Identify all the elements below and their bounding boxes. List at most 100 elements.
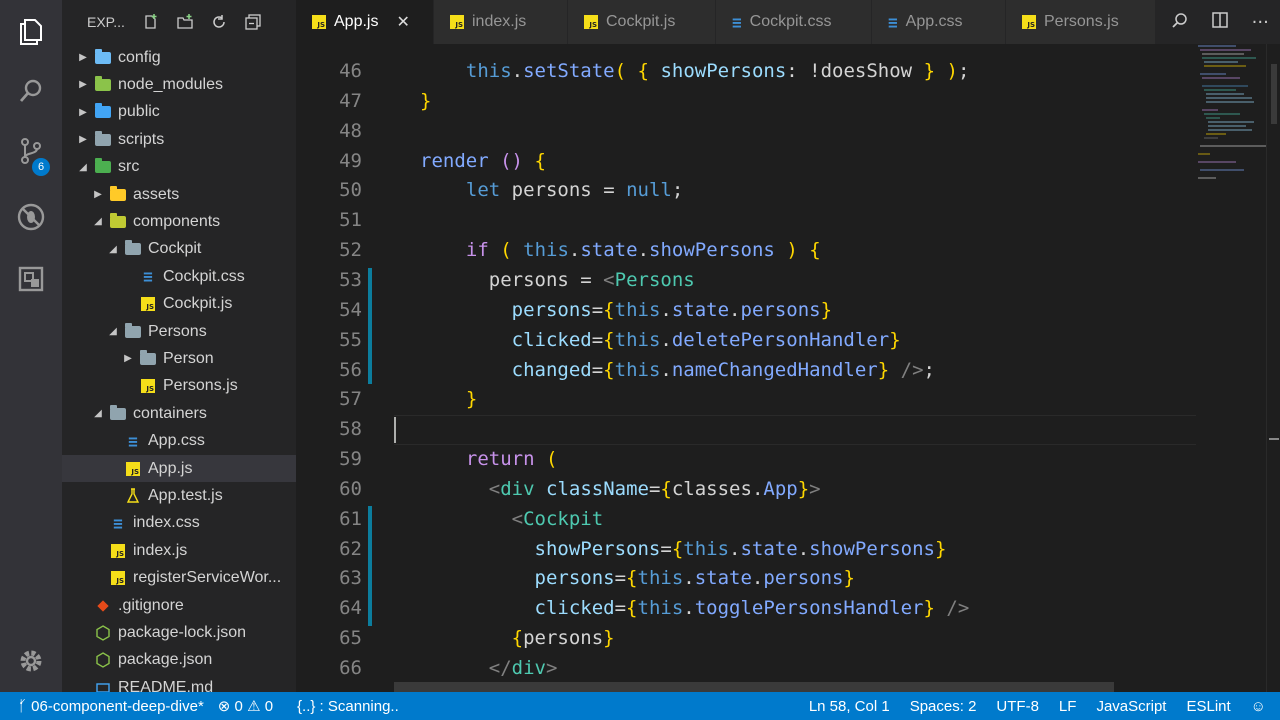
- chevron-right-icon: ▶: [79, 79, 87, 91]
- indentation[interactable]: Spaces: 2: [910, 698, 977, 715]
- open-changes-icon[interactable]: [1171, 11, 1189, 33]
- tree-item[interactable]: package.json: [62, 647, 296, 674]
- cursor-position[interactable]: Ln 58, Col 1: [809, 698, 890, 715]
- git-branch-icon: ᚶ: [18, 697, 32, 715]
- line-number: 60: [339, 477, 362, 500]
- end-of-line[interactable]: LF: [1059, 698, 1077, 715]
- tree-item[interactable]: ▶ public: [62, 99, 296, 126]
- settings-gear-icon[interactable]: [14, 644, 48, 678]
- eslint-status[interactable]: ESLint: [1186, 698, 1230, 715]
- folder-icon: [124, 240, 142, 257]
- language-mode[interactable]: JavaScript: [1096, 698, 1166, 715]
- close-icon[interactable]: ✕: [396, 12, 409, 32]
- code-line[interactable]: 65 {persons}: [296, 623, 1196, 653]
- extensions-icon[interactable]: [14, 262, 48, 296]
- code-line[interactable]: 62 showPersons={this.state.showPersons}: [296, 534, 1196, 564]
- code-line[interactable]: 46 this.setState( { showPersons: !doesSh…: [296, 56, 1196, 86]
- horizontal-scrollbar[interactable]: [394, 682, 1114, 692]
- new-folder-icon[interactable]: [177, 14, 193, 30]
- code-line[interactable]: 59 return (: [296, 444, 1196, 474]
- code-line[interactable]: 50 let persons = null;: [296, 175, 1196, 205]
- tree-item[interactable]: JS registerServiceWor...: [62, 565, 296, 592]
- tree-item[interactable]: ◢ components: [62, 208, 296, 235]
- line-number: 47: [339, 89, 362, 112]
- tree-item-label: .gitignore: [118, 596, 184, 614]
- tree-item[interactable]: ▶ node_modules: [62, 71, 296, 98]
- code-line[interactable]: 48: [296, 116, 1196, 146]
- status-bar: ᚶ 06-component-deep-dive* ⊗ 0 ⚠ 0 {..} :…: [0, 692, 1280, 720]
- more-actions-icon[interactable]: ···: [1252, 12, 1269, 33]
- chevron-down-icon: ◢: [109, 243, 117, 255]
- tree-item-label: App.test.js: [148, 486, 223, 504]
- code-line[interactable]: 60 <div className={classes.App}>: [296, 474, 1196, 504]
- code-line[interactable]: 49 render () {: [296, 146, 1196, 176]
- branch-indicator[interactable]: ᚶ 06-component-deep-dive*: [18, 698, 204, 715]
- collapse-all-icon[interactable]: [245, 14, 261, 30]
- tree-item-label: Persons: [148, 322, 207, 340]
- code-line[interactable]: 66 </div>: [296, 653, 1196, 683]
- code-line[interactable]: 55 clicked={this.deletePersonHandler}: [296, 325, 1196, 355]
- tree-item[interactable]: ▶ assets: [62, 181, 296, 208]
- code-line[interactable]: 58: [296, 414, 1196, 444]
- new-file-icon[interactable]: [143, 14, 159, 30]
- text-cursor: [394, 417, 396, 443]
- tree-item[interactable]: JS index.js: [62, 537, 296, 564]
- tree-item[interactable]: ≡ App.css: [62, 428, 296, 455]
- code-line[interactable]: 52 if ( this.state.showPersons ) {: [296, 235, 1196, 265]
- code-line[interactable]: 57 }: [296, 384, 1196, 414]
- tree-item[interactable]: .gitignore: [62, 592, 296, 619]
- code-line[interactable]: 56 changed={this.nameChangedHandler} />;: [296, 355, 1196, 385]
- tree-item[interactable]: ▶ config: [62, 44, 296, 71]
- search-icon[interactable]: [14, 74, 48, 108]
- tab-index-js[interactable]: JS index.js: [434, 0, 568, 44]
- code-line[interactable]: 47}: [296, 86, 1196, 116]
- code-line[interactable]: 61 <Cockpit: [296, 504, 1196, 534]
- chevron-down-icon: ◢: [109, 326, 117, 337]
- tree-item[interactable]: package-lock.json: [62, 619, 296, 646]
- problems-indicator[interactable]: ⊗ 0 ⚠ 0: [218, 697, 273, 715]
- tab-cockpit-css[interactable]: ≡ Cockpit.css: [716, 0, 872, 44]
- tree-item[interactable]: JS Persons.js: [62, 373, 296, 400]
- tab-persons-js[interactable]: JS Persons.js: [1006, 0, 1156, 44]
- tree-item[interactable]: ≡ Cockpit.css: [62, 263, 296, 290]
- code-line[interactable]: 51: [296, 205, 1196, 235]
- tree-item[interactable]: ▶ Person: [62, 345, 296, 372]
- explorer-icon[interactable]: [14, 14, 48, 48]
- feedback-smiley-icon[interactable]: ☺: [1251, 698, 1266, 715]
- line-number: 65: [339, 627, 362, 650]
- split-editor-icon[interactable]: [1211, 11, 1229, 33]
- code-editor[interactable]: 46 this.setState( { showPersons: !doesSh…: [296, 44, 1280, 692]
- folder-icon: [124, 322, 142, 340]
- scroll-thumb[interactable]: [1271, 64, 1277, 124]
- vertical-scrollbar[interactable]: [1266, 44, 1280, 692]
- tree-item-label: components: [133, 212, 221, 230]
- tree-item[interactable]: App.test.js: [62, 482, 296, 509]
- tree-item[interactable]: JS App.js: [62, 455, 296, 482]
- tree-item[interactable]: ◢ Cockpit: [62, 236, 296, 263]
- tree-item[interactable]: README.md: [62, 674, 296, 692]
- encoding[interactable]: UTF-8: [996, 698, 1039, 715]
- minimap[interactable]: [1196, 44, 1268, 204]
- code-line[interactable]: 64 clicked={this.togglePersonsHandler} /…: [296, 593, 1196, 623]
- tree-item[interactable]: ▶ scripts: [62, 126, 296, 153]
- css-file-icon: ≡: [888, 12, 898, 32]
- refresh-icon[interactable]: [211, 14, 227, 30]
- scm-badge: 6: [32, 158, 50, 176]
- scanning-status[interactable]: {..} : Scanning..: [297, 698, 399, 715]
- tree-item[interactable]: ◢ containers: [62, 400, 296, 427]
- tree-item-label: package-lock.json: [118, 623, 247, 641]
- tab-cockpit-js[interactable]: JS Cockpit.js: [568, 0, 716, 44]
- code-text: {persons}: [511, 627, 615, 650]
- tree-item[interactable]: ◢ src: [62, 154, 296, 181]
- debug-icon[interactable]: [14, 200, 48, 234]
- tab-app-css[interactable]: ≡ App.css: [872, 0, 1006, 44]
- tree-item[interactable]: ≡ index.css: [62, 510, 296, 537]
- code-line[interactable]: 54 persons={this.state.persons}: [296, 295, 1196, 325]
- tab-app-js[interactable]: JS App.js ✕: [296, 0, 434, 44]
- tree-item-label: config: [118, 48, 161, 66]
- tree-item[interactable]: ◢ Persons: [62, 318, 296, 345]
- code-text: }: [465, 388, 478, 411]
- code-line[interactable]: 63 persons={this.state.persons}: [296, 563, 1196, 593]
- tree-item[interactable]: JS Cockpit.js: [62, 291, 296, 318]
- code-line[interactable]: 53 persons = <Persons: [296, 265, 1196, 295]
